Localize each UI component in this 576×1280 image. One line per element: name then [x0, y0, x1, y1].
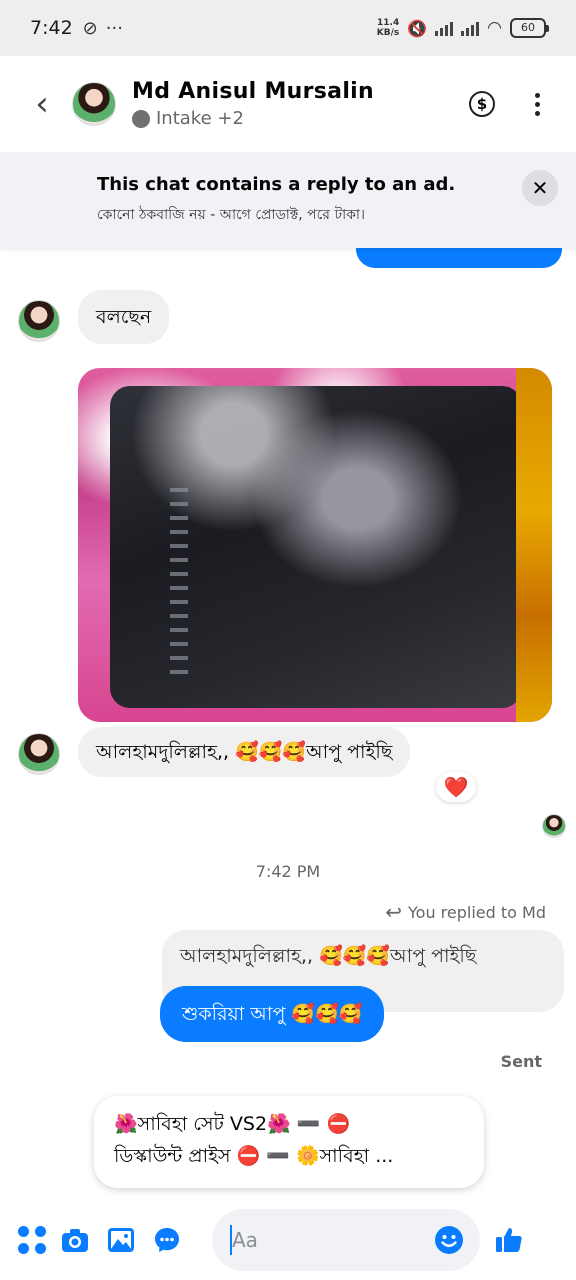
gallery-icon[interactable]	[106, 1225, 136, 1255]
contact-name: Md Anisul Mursalin	[132, 79, 374, 104]
camera-icon[interactable]	[60, 1225, 90, 1255]
photo-attachment[interactable]	[78, 368, 552, 722]
status-bar: 7:42 ⊘ ··· 11.4 KB/s 🔇 ◠ 60	[0, 0, 576, 56]
battery-level: 60	[521, 21, 535, 34]
mute-icon: 🔇	[407, 18, 428, 38]
incoming-message[interactable]: আলহামদুলিল্লাহ,, 🥰🥰🥰আপু পাইছি	[78, 727, 411, 777]
suggested-reply-line2: ডিস্কাউন্ট প্রাইস ⛔ ➖ 🌼সাবিহা ...	[114, 1145, 394, 1167]
dnd-icon: ⊘	[82, 17, 98, 39]
status-dot-icon	[132, 109, 150, 128]
sent-status: Sent	[500, 1052, 542, 1071]
sender-avatar[interactable]	[18, 300, 60, 342]
more-options-icon[interactable]	[535, 92, 540, 116]
photo-edge	[516, 368, 552, 722]
signal-icon-2	[461, 20, 480, 36]
suggested-reply-line1: 🌺সাবিহা সেট VS2🌺 ➖ ⛔	[114, 1113, 351, 1135]
contact-info[interactable]: Md Anisul Mursalin Intake +2	[132, 79, 374, 129]
message-input[interactable]: Aa	[212, 1209, 480, 1271]
ad-banner-title: This chat contains a reply to an ad.	[97, 174, 456, 195]
network-speed-unit: KB/s	[376, 28, 400, 38]
back-arrow-icon[interactable]: ‹	[12, 84, 72, 124]
sender-avatar[interactable]	[18, 733, 60, 775]
replied-label: You replied to Md	[408, 902, 546, 922]
seen-indicator	[542, 814, 566, 838]
ad-banner-subtitle: কোনো ঠকবাজি নয় - আগে প্রোডাক্ট, পরে টাক…	[97, 207, 366, 223]
close-icon[interactable]: ✕	[522, 170, 558, 206]
seen-avatar	[542, 814, 566, 838]
text-cursor	[230, 1225, 232, 1255]
message-timestamp: 7:42 PM	[255, 862, 321, 881]
chat-extension-icon[interactable]	[152, 1225, 182, 1255]
thumbs-up-icon[interactable]	[494, 1225, 524, 1255]
outgoing-message[interactable]: শুকরিয়া আপু 🥰🥰🥰	[160, 986, 385, 1042]
emoji-icon[interactable]	[434, 1225, 464, 1255]
message-composer: Aa	[0, 1200, 576, 1280]
payment-icon[interactable]: $	[469, 91, 495, 117]
avatar[interactable]	[72, 82, 116, 126]
heart-reaction-icon[interactable]: ❤️	[436, 772, 476, 802]
reply-arrow-icon: ↩	[385, 900, 403, 924]
wifi-icon: ◠	[487, 18, 502, 38]
network-speed: 11.4 KB/s	[377, 18, 399, 38]
incoming-message[interactable]: বলছেন	[78, 290, 170, 344]
more-notifications-icon: ···	[105, 17, 123, 39]
suggested-reply[interactable]: 🌺সাবিহা সেট VS2🌺 ➖ ⛔ ডিস্কাউন্ট প্রাইস ⛔…	[94, 1096, 484, 1188]
photo-detail	[170, 488, 188, 678]
contact-subtitle: Intake +2	[156, 108, 244, 129]
network-speed-value: 11.4	[377, 18, 400, 28]
signal-icon	[435, 20, 454, 36]
message-input-placeholder: Aa	[232, 1228, 258, 1252]
apps-menu-icon[interactable]	[18, 1226, 46, 1254]
battery-icon: 60	[510, 18, 549, 38]
status-time: 7:42	[30, 17, 73, 39]
chat-header: ‹ Md Anisul Mursalin Intake +2 $	[0, 56, 576, 152]
reply-indicator: ↩ You replied to Md	[385, 900, 546, 924]
message-row: আলহামদুলিল্লাহ,, 🥰🥰🥰আপু পাইছি	[18, 727, 411, 777]
ad-reply-banner: This chat contains a reply to an ad. কোন…	[0, 152, 576, 248]
message-row: বলছেন	[18, 290, 170, 344]
